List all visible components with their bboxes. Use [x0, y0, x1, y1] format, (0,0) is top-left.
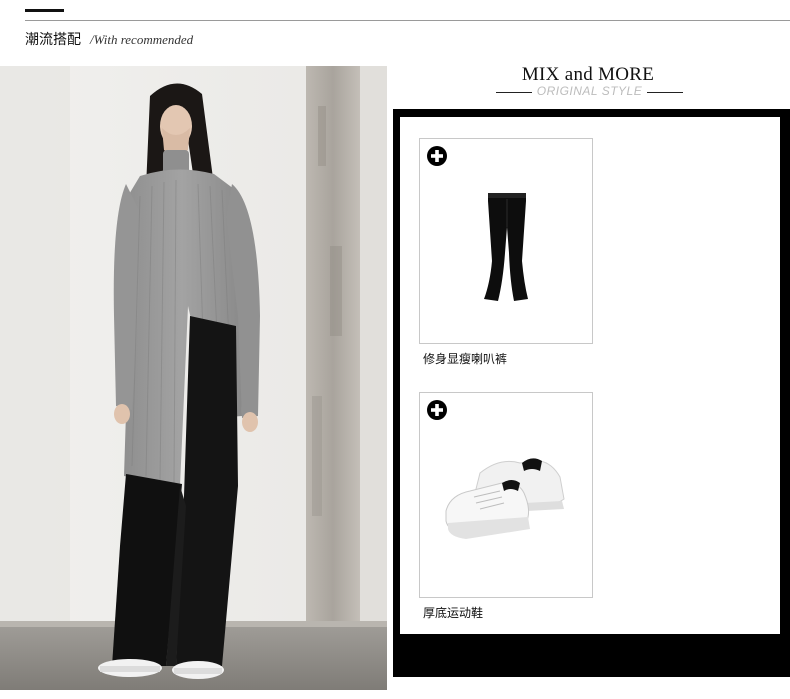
pants-image[interactable]: [482, 191, 532, 303]
header-divider: [25, 20, 790, 21]
product-name-pants[interactable]: 修身显瘦喇叭裤: [423, 350, 507, 367]
plus-icon[interactable]: [427, 146, 447, 166]
original-style-subtitle: ORIGINAL STYLE: [536, 84, 643, 98]
sneakers-image[interactable]: [440, 453, 574, 549]
section-header: 潮流搭配 /With recommended: [25, 29, 193, 49]
mix-and-more-title: MIX and MORE: [521, 64, 655, 85]
product-card-pants[interactable]: [419, 138, 593, 344]
section-title: 潮流搭配: [25, 32, 81, 48]
header-accent-bar: [25, 9, 64, 12]
product-name-sneakers[interactable]: 厚底运动鞋: [423, 604, 483, 621]
section-subtitle: /With recommended: [90, 32, 194, 47]
model-photo: [0, 66, 387, 690]
plus-icon[interactable]: [427, 400, 447, 420]
title-rule-right: [647, 92, 683, 93]
product-card-sneakers[interactable]: [419, 392, 593, 598]
title-rule-left: [496, 92, 532, 93]
